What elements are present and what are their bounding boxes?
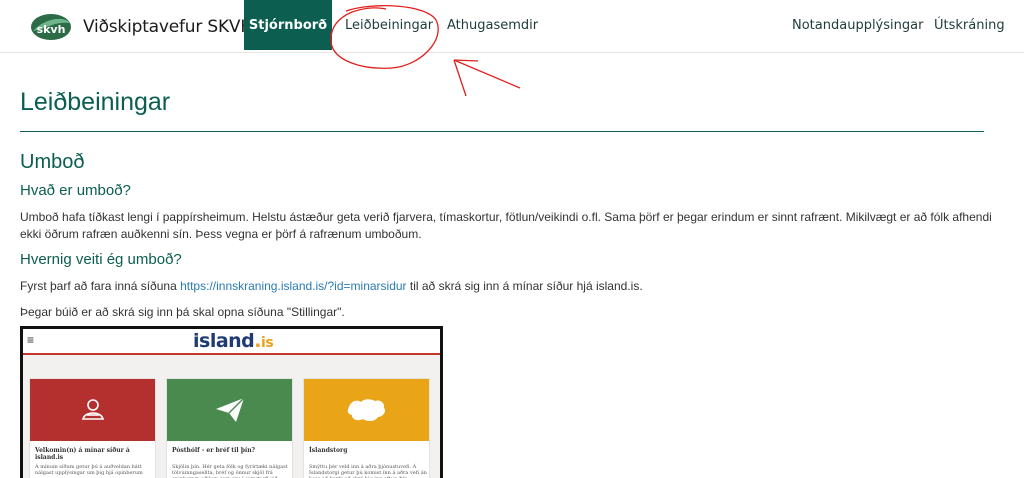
card-velkomin-title: Velkomin(n) á mínar síður á island.is bbox=[35, 447, 130, 461]
card-postholf-banner bbox=[167, 379, 292, 441]
card-islandstorg-text: Smýttu þér veld inn á aðra þjónustuvefi.… bbox=[309, 464, 427, 478]
top-navbar: skvh Viðskiptavefur SKVH Stjórnborð Leið… bbox=[0, 0, 1024, 53]
svg-text:skvh: skvh bbox=[37, 23, 66, 36]
island-is-logo: island.is bbox=[193, 330, 274, 352]
page-title: Leiðbeiningar bbox=[20, 88, 171, 116]
nav-stjornbord[interactable]: Stjórnborð bbox=[244, 0, 332, 50]
logo-is: is bbox=[261, 335, 274, 351]
text-after-link: til að skrá sig inn á mínar síður hjá is… bbox=[406, 279, 643, 293]
innskraning-link[interactable]: https://innskraning.island.is/?id=minars… bbox=[180, 279, 406, 293]
people-icon bbox=[81, 399, 104, 420]
section-heading: Umboð bbox=[20, 151, 85, 173]
card-postholf-text: Skjölin þín. Hér geta fólk og fyrirtæki … bbox=[172, 464, 288, 478]
card-postholf-title: Pósthólf - er bréf til þín? bbox=[172, 447, 256, 454]
screenshot-header: ≡ island.is bbox=[23, 329, 440, 353]
card-islandstorg-banner bbox=[304, 379, 429, 441]
nav-utskraning[interactable]: Útskráning bbox=[934, 0, 1005, 50]
title-divider bbox=[20, 131, 984, 132]
logo-main: island bbox=[193, 330, 255, 352]
island-is-screenshot: ≡ island.is Velkomin(n) á mínar síður á … bbox=[20, 326, 443, 478]
card-postholf: Pósthólf - er bréf til þín? Skjölin þín.… bbox=[166, 378, 293, 478]
question-heading-1: Hvað er umboð? bbox=[20, 182, 131, 199]
question-heading-2: Hvernig veiti ég umboð? bbox=[20, 251, 182, 268]
card-islandstorg: Íslandstorg Smýttu þér veld inn á aðra þ… bbox=[303, 378, 430, 478]
text-before-link: Fyrst þarf að fara inná síðuna bbox=[20, 279, 181, 293]
logo-dot: . bbox=[254, 330, 262, 352]
card-velkomin-text: Á mínum síðum getur þú á auðveldan hátt … bbox=[35, 464, 143, 476]
iceland-map-icon bbox=[347, 399, 385, 422]
paragraph-what-is-umbod: Umboð hafa tíðkast lengi í pappírsheimum… bbox=[20, 210, 992, 241]
skvh-logo[interactable]: skvh bbox=[30, 13, 72, 41]
card-islandstorg-title: Íslandstorg bbox=[309, 447, 348, 454]
paragraph-how-to: Fyrst þarf að fara inná síðuna https://i… bbox=[20, 278, 1000, 295]
nav-notandaupplysingar[interactable]: Notandaupplýsingar bbox=[792, 0, 923, 50]
nav-athugasemdir[interactable]: Athugasemdir bbox=[447, 0, 538, 50]
paragraph-stillingar: Þegar búið er að skrá sig inn þá skal op… bbox=[20, 305, 345, 319]
card-velkomin-banner bbox=[30, 379, 155, 441]
nav-leidbeiningar[interactable]: Leiðbeiningar bbox=[345, 0, 433, 50]
screenshot-red-divider bbox=[23, 353, 440, 355]
brand-title[interactable]: Viðskiptavefur SKVH bbox=[83, 17, 253, 37]
hamburger-menu-icon: ≡ bbox=[27, 333, 35, 347]
card-velkomin: Velkomin(n) á mínar síður á island.is Á … bbox=[29, 378, 156, 478]
paper-plane-icon bbox=[215, 397, 244, 422]
